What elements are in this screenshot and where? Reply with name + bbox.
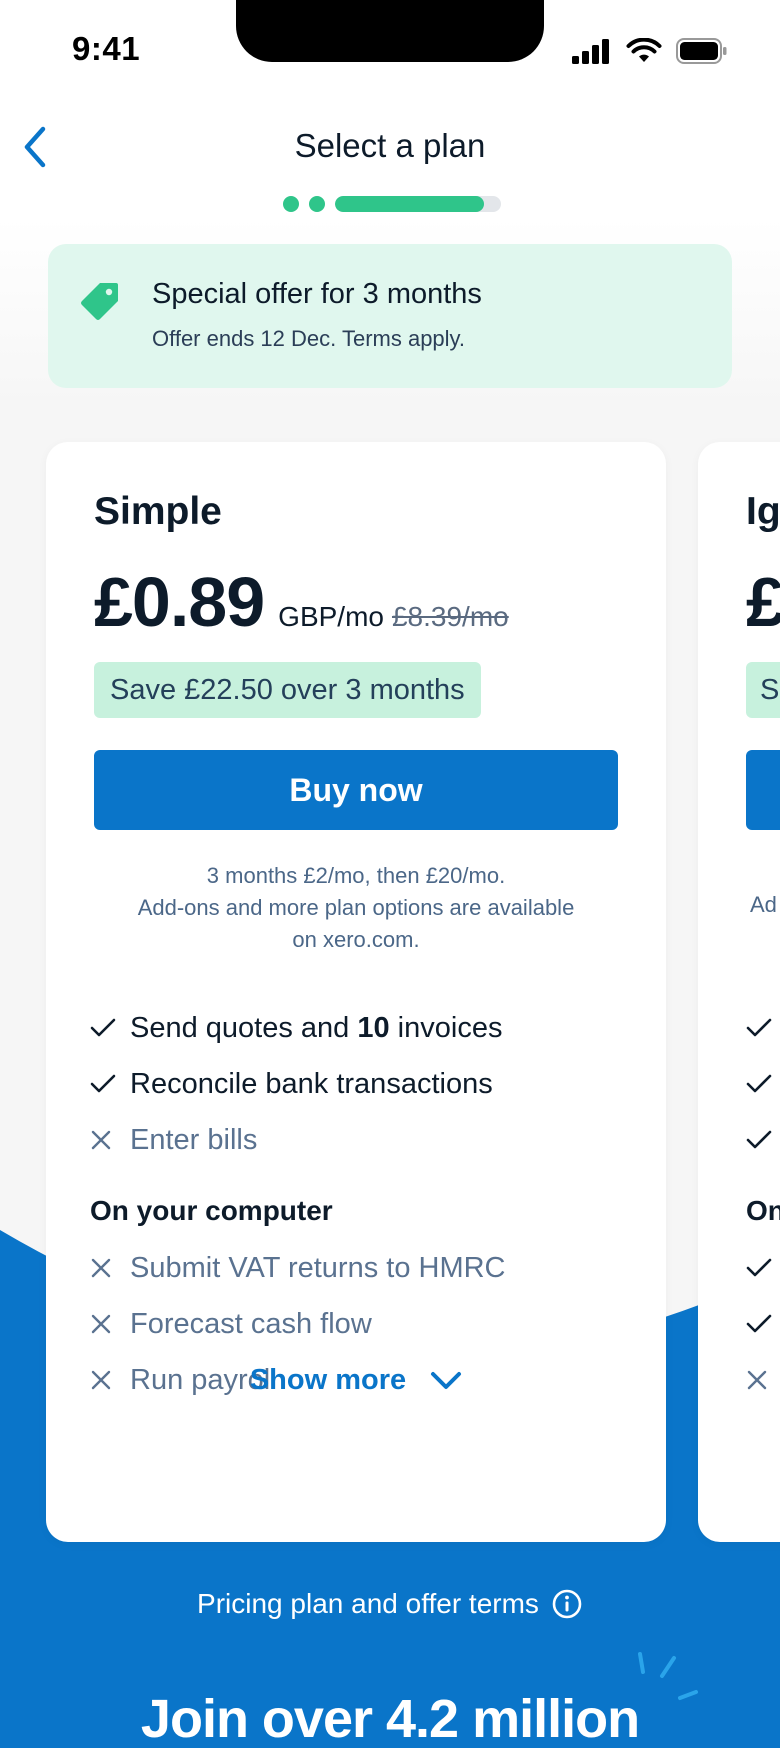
step-complete-dot: [309, 196, 325, 212]
plan-card-next[interactable]: Ig £ S Ad On: [698, 442, 780, 1542]
feature-item: Send quotes and 10 invoices: [90, 1000, 650, 1056]
plan-price: £: [746, 563, 780, 641]
price-tag-icon: [81, 283, 118, 320]
cross-icon: [91, 1130, 111, 1150]
feature-label: Submit VAT returns to HMRC: [130, 1251, 506, 1284]
step-complete-dot: [283, 196, 299, 212]
check-icon: [90, 1018, 116, 1037]
show-more-label: Show more: [249, 1364, 407, 1396]
chevron-down-icon: [431, 1371, 462, 1389]
feature-label: Send quotes and 10 invoices: [130, 1011, 503, 1044]
join-headline: Join over 4.2 million: [140, 1689, 640, 1748]
feature-label: Reconcile bank transactions: [130, 1067, 493, 1100]
check-icon: [746, 1130, 772, 1149]
device-notch: [236, 0, 544, 62]
cross-icon: [747, 1370, 767, 1390]
offer-title: Special offer for 3 months: [152, 278, 482, 310]
section-heading-computer: On your computer: [90, 1195, 333, 1226]
plan-name: Simple: [94, 490, 222, 533]
feature-label: Enter bills: [130, 1123, 258, 1156]
plan-fine-print: 3 months £2/mo, then £20/mo. Add-ons and…: [76, 860, 636, 956]
fine-print-line: 3 months £2/mo, then £20/mo.: [206, 863, 506, 888]
check-icon: [746, 1258, 772, 1277]
cross-icon: [91, 1314, 111, 1334]
step-current-track: [335, 196, 501, 212]
wifi-icon: [626, 38, 662, 62]
status-bar: 9:41: [0, 0, 780, 100]
buy-now-button[interactable]: [746, 750, 780, 830]
page-title: Select a plan: [294, 127, 486, 164]
plan-price: £0.89: [94, 563, 265, 641]
fine-print-line: on xero.com.: [292, 927, 420, 952]
feature-item: Reconcile bank transactions: [90, 1056, 650, 1112]
pricing-terms-link[interactable]: Pricing plan and offer terms: [0, 1588, 780, 1620]
price-row: £0.89 GBP/mo £8.39/mo: [94, 562, 509, 642]
info-icon: [552, 1589, 582, 1619]
battery-icon: [676, 38, 727, 64]
pricing-terms-label: Pricing plan and offer terms: [197, 1588, 539, 1619]
check-icon: [746, 1314, 772, 1333]
show-more-button[interactable]: Show more: [46, 1364, 666, 1397]
original-price: £8.39/mo: [391, 601, 509, 632]
status-time: 9:41: [72, 30, 141, 67]
section-heading: On: [746, 1195, 780, 1226]
feature-list: Send quotes and 10 invoices Reconcile ba…: [90, 1000, 650, 1408]
check-icon: [90, 1074, 116, 1093]
step-progress: [283, 196, 501, 212]
cross-icon: [91, 1258, 111, 1278]
check-icon: [746, 1018, 772, 1037]
offer-subtitle: Offer ends 12 Dec. Terms apply.: [152, 326, 466, 351]
special-offer-banner: Special offer for 3 months Offer ends 12…: [48, 244, 732, 388]
price-unit: GBP/mo: [278, 601, 384, 632]
feature-item-excluded: Enter bills: [90, 1112, 650, 1168]
feature-item-excluded: Forecast cash flow: [90, 1296, 650, 1352]
savings-badge: S: [746, 662, 780, 718]
plan-fine-print: Ad: [750, 892, 777, 917]
feature-list: On: [746, 1000, 780, 1408]
feature-label: Forecast cash flow: [130, 1307, 372, 1340]
step-current-fill: [335, 196, 485, 212]
feature-item-excluded: Submit VAT returns to HMRC: [90, 1240, 650, 1296]
signal-icon: [572, 39, 609, 64]
savings-badge: Save £22.50 over 3 months: [94, 662, 481, 718]
header: Select a plan: [0, 100, 780, 218]
check-icon: [746, 1074, 772, 1093]
plan-card-simple: Simple £0.89 GBP/mo £8.39/mo Save £22.50…: [46, 442, 666, 1542]
fine-print-line: Add-ons and more plan options are availa…: [137, 895, 575, 920]
buy-now-button[interactable]: Buy now: [94, 750, 618, 830]
plan-name: Ig: [746, 490, 780, 533]
status-icons: [572, 38, 728, 64]
